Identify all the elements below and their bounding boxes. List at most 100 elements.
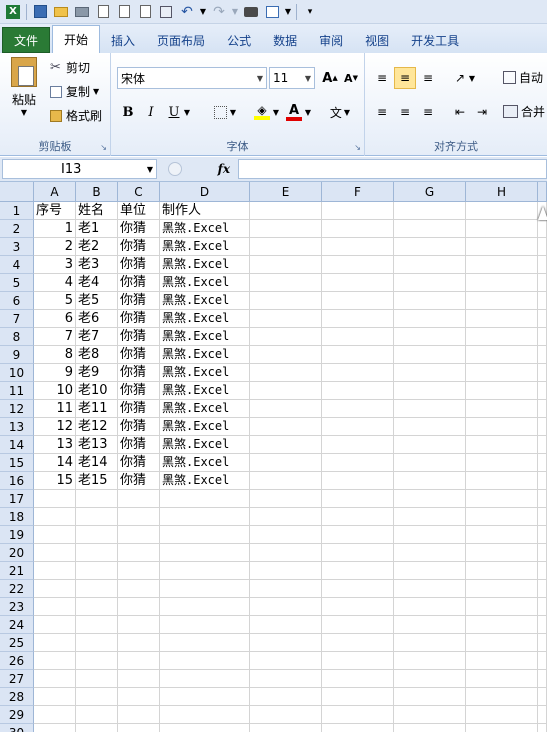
cell-h13[interactable] (466, 418, 538, 436)
cell-f11[interactable] (322, 382, 394, 400)
cell-c19[interactable] (118, 526, 160, 544)
cell-h6[interactable] (466, 292, 538, 310)
cell-e17[interactable] (250, 490, 322, 508)
cell-c21[interactable] (118, 562, 160, 580)
cell-d9[interactable]: 黑煞.Excel (160, 346, 250, 364)
cell-g13[interactable] (394, 418, 466, 436)
cell-e3[interactable] (250, 238, 322, 256)
shrink-font-icon[interactable]: A ▼ (340, 67, 362, 89)
formula-input[interactable] (238, 159, 547, 179)
cell-g11[interactable] (394, 382, 466, 400)
row-header-28[interactable]: 28 (0, 688, 34, 706)
cell-f14[interactable] (322, 436, 394, 454)
cell-a4[interactable]: 3 (34, 256, 76, 274)
cell-c5[interactable]: 你猜 (118, 274, 160, 292)
cell-b16[interactable]: 老15 (76, 472, 118, 490)
cell-f5[interactable] (322, 274, 394, 292)
cell-g2[interactable] (394, 220, 466, 238)
cell-a29[interactable] (34, 706, 76, 724)
qat-more-dropdown-icon[interactable]: ▼ (284, 3, 292, 21)
cell-b17[interactable] (76, 490, 118, 508)
cell-c28[interactable] (118, 688, 160, 706)
cell-h4[interactable] (466, 256, 538, 274)
cell-c6[interactable]: 你猜 (118, 292, 160, 310)
increase-indent-icon[interactable]: ⇥ (471, 101, 493, 123)
cell-c17[interactable] (118, 490, 160, 508)
cell-h8[interactable] (466, 328, 538, 346)
cell-f7[interactable] (322, 310, 394, 328)
formula-bar-splitter-icon[interactable] (168, 162, 182, 176)
tab-file[interactable]: 文件 (2, 27, 51, 53)
cell-h1[interactable] (466, 202, 538, 220)
cell-a30[interactable] (34, 724, 76, 732)
cell-f8[interactable] (322, 328, 394, 346)
cell-f10[interactable] (322, 364, 394, 382)
cell-e7[interactable] (250, 310, 322, 328)
cell-d19[interactable] (160, 526, 250, 544)
cell-h17[interactable] (466, 490, 538, 508)
cell-g19[interactable] (394, 526, 466, 544)
cell-c12[interactable]: 你猜 (118, 400, 160, 418)
row-header-10[interactable]: 10 (0, 364, 34, 382)
cell-e21[interactable] (250, 562, 322, 580)
cell-g7[interactable] (394, 310, 466, 328)
cell-d20[interactable] (160, 544, 250, 562)
cell-b30[interactable] (76, 724, 118, 732)
cell-e14[interactable] (250, 436, 322, 454)
cell-a28[interactable] (34, 688, 76, 706)
cell-f4[interactable] (322, 256, 394, 274)
format-painter-button[interactable]: 格式刷 (50, 107, 102, 124)
cell-d14[interactable]: 黑煞.Excel (160, 436, 250, 454)
cell-c3[interactable]: 你猜 (118, 238, 160, 256)
row-header-19[interactable]: 19 (0, 526, 34, 544)
cell-c10[interactable]: 你猜 (118, 364, 160, 382)
cell-e12[interactable] (250, 400, 322, 418)
open-folder-icon[interactable] (52, 3, 70, 21)
cell-a14[interactable]: 13 (34, 436, 76, 454)
cell-f27[interactable] (322, 670, 394, 688)
cell-d6[interactable]: 黑煞.Excel (160, 292, 250, 310)
cell-g5[interactable] (394, 274, 466, 292)
fill-color-icon[interactable]: ◈ (251, 101, 273, 123)
cell-f26[interactable] (322, 652, 394, 670)
cell-d22[interactable] (160, 580, 250, 598)
cell-h29[interactable] (466, 706, 538, 724)
column-header-d[interactable]: D (160, 182, 250, 202)
cell-h28[interactable] (466, 688, 538, 706)
column-header-c[interactable]: C (118, 182, 160, 202)
cell-b28[interactable] (76, 688, 118, 706)
cell-c11[interactable]: 你猜 (118, 382, 160, 400)
row-header-24[interactable]: 24 (0, 616, 34, 634)
cell-c20[interactable] (118, 544, 160, 562)
cell-c13[interactable]: 你猜 (118, 418, 160, 436)
cell-d11[interactable]: 黑煞.Excel (160, 382, 250, 400)
cell-a18[interactable] (34, 508, 76, 526)
cell-e11[interactable] (250, 382, 322, 400)
column-header-g[interactable]: G (394, 182, 466, 202)
cell-h23[interactable] (466, 598, 538, 616)
cell-a6[interactable]: 5 (34, 292, 76, 310)
row-header-16[interactable]: 16 (0, 472, 34, 490)
align-top-icon[interactable]: ≡ (371, 67, 393, 89)
cell-a9[interactable]: 8 (34, 346, 76, 364)
cell-f2[interactable] (322, 220, 394, 238)
cell-f17[interactable] (322, 490, 394, 508)
cell-g21[interactable] (394, 562, 466, 580)
cell-c16[interactable]: 你猜 (118, 472, 160, 490)
column-header-a[interactable]: A (34, 182, 76, 202)
new-document-icon[interactable] (136, 3, 154, 21)
cell-b12[interactable]: 老11 (76, 400, 118, 418)
cell-b18[interactable] (76, 508, 118, 526)
cell-h19[interactable] (466, 526, 538, 544)
decrease-indent-icon[interactable]: ⇤ (449, 101, 471, 123)
column-header-f[interactable]: F (322, 182, 394, 202)
align-left-icon[interactable]: ≡ (371, 101, 393, 123)
cell-b29[interactable] (76, 706, 118, 724)
cell-c29[interactable] (118, 706, 160, 724)
cell-b25[interactable] (76, 634, 118, 652)
cell-e15[interactable] (250, 454, 322, 472)
cell-e22[interactable] (250, 580, 322, 598)
cell-g22[interactable] (394, 580, 466, 598)
cell-f12[interactable] (322, 400, 394, 418)
cell-g6[interactable] (394, 292, 466, 310)
